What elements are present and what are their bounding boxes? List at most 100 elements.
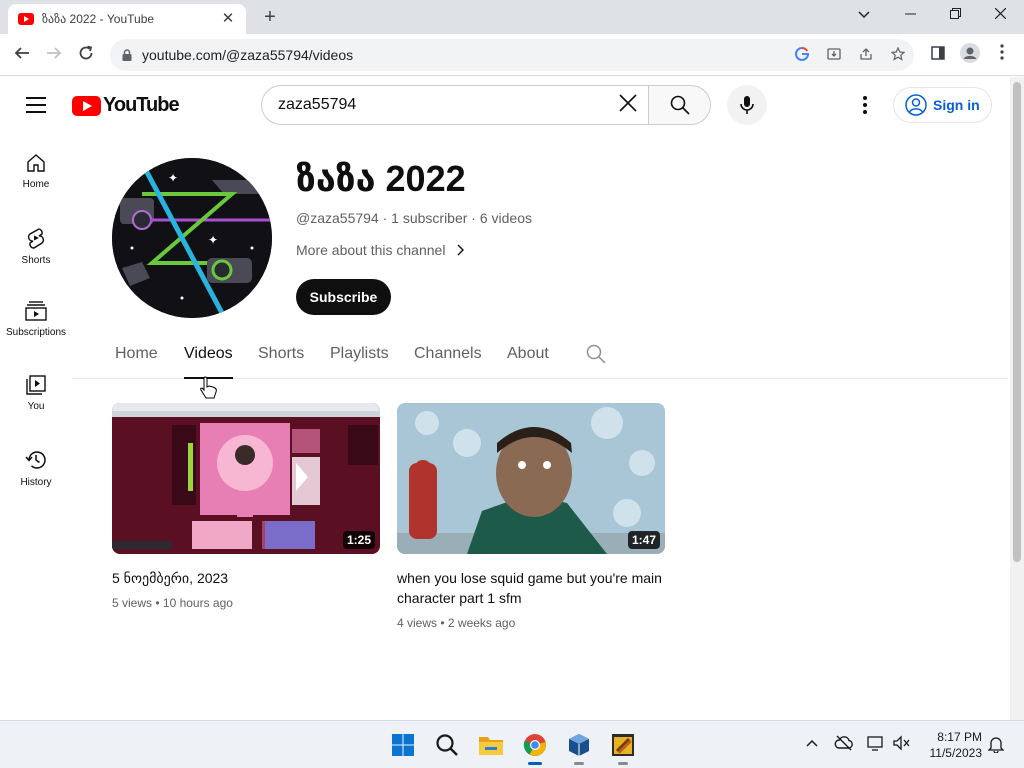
- reload-icon: [79, 45, 93, 60]
- guide-item-home[interactable]: Home: [0, 133, 72, 207]
- video-age: 10 hours ago: [162, 596, 233, 610]
- virtualbox-icon[interactable]: [565, 731, 593, 765]
- channel-name: ზაზა 2022: [296, 158, 466, 199]
- file-explorer-icon[interactable]: [477, 731, 505, 759]
- video-meta: 5 views • 10 hours ago: [112, 596, 233, 610]
- page-scrollbar[interactable]: [1010, 77, 1024, 720]
- subscribe-button[interactable]: Subscribe: [296, 279, 391, 315]
- onedrive-offline-icon[interactable]: [834, 735, 854, 755]
- video-title[interactable]: 5 ნოემბერი, 2023: [112, 568, 380, 588]
- lock-icon: [122, 49, 132, 61]
- scrollbar-thumb[interactable]: [1013, 82, 1021, 562]
- guide-label-home: Home: [22, 179, 50, 190]
- channel-tabs: Home Videos Shorts Playlists Channels Ab…: [72, 336, 1008, 379]
- forward-button[interactable]: [42, 43, 66, 67]
- notification-bell-icon[interactable]: [986, 735, 1006, 755]
- browser-tab[interactable]: ზაზა 2022 - YouTube ✕: [8, 4, 246, 34]
- guide-menu-icon[interactable]: [26, 97, 46, 113]
- tab-shorts[interactable]: Shorts: [258, 336, 304, 379]
- tab-channels[interactable]: Channels: [414, 336, 482, 379]
- tab-search-icon[interactable]: [846, 4, 882, 26]
- guide-label-subscriptions: Subscriptions: [5, 327, 67, 338]
- history-icon: [25, 451, 46, 469]
- search-input[interactable]: zaza55794: [261, 85, 648, 125]
- video-age: 2 weeks ago: [447, 616, 516, 630]
- google-lens-icon[interactable]: [786, 46, 818, 64]
- tab-playlists[interactable]: Playlists: [330, 336, 389, 379]
- channel-avatar: ✦ ✦: [112, 158, 272, 318]
- svg-text:✦: ✦: [208, 233, 218, 247]
- reload-button[interactable]: [74, 43, 98, 67]
- clear-search-icon[interactable]: [608, 93, 648, 117]
- more-about-channel-link[interactable]: More about this channel: [296, 242, 465, 258]
- sign-in-label: Sign in: [933, 97, 980, 113]
- youtube-logo-text: YouTube: [103, 94, 180, 116]
- more-about-label: More about this channel: [296, 242, 446, 258]
- bookmark-star-icon[interactable]: [882, 46, 914, 64]
- minimize-button[interactable]: [892, 4, 928, 26]
- account-circle-icon: [905, 94, 927, 116]
- install-app-icon[interactable]: [818, 47, 850, 64]
- video-thumbnail[interactable]: 1:25: [112, 403, 380, 554]
- sfm-app-icon[interactable]: [609, 731, 637, 765]
- clock-date: 11/5/2023: [929, 746, 983, 760]
- browser-menu-icon[interactable]: [990, 43, 1014, 67]
- settings-more-icon[interactable]: [855, 93, 875, 117]
- tab-home[interactable]: Home: [115, 336, 158, 379]
- windows-taskbar: 8:17 PM 11/5/2023: [0, 720, 1024, 768]
- profile-avatar-icon[interactable]: [958, 43, 982, 67]
- back-arrow-icon: [14, 47, 29, 59]
- running-app-indicator: [618, 762, 628, 765]
- side-panel-icon[interactable]: [926, 43, 950, 67]
- browser-toolbar: youtube.com/@zaza55794/videos: [0, 34, 1024, 76]
- mini-guide: Home Shorts Subscriptions You History: [0, 133, 72, 503]
- guide-label-history: History: [20, 477, 52, 488]
- channel-search-icon[interactable]: [586, 344, 608, 366]
- browser-tab-strip: ზაზა 2022 - YouTube ✕ +: [0, 0, 1024, 34]
- video-views: 5 views: [112, 596, 153, 610]
- close-window-button[interactable]: [982, 4, 1018, 26]
- system-clock[interactable]: 8:17 PM 11/5/2023: [922, 729, 983, 761]
- running-app-indicator: [574, 762, 584, 765]
- guide-item-subscriptions[interactable]: Subscriptions: [0, 281, 72, 355]
- subscriptions-icon: [25, 301, 47, 321]
- svg-text:✦: ✦: [168, 171, 178, 185]
- tab-close-icon[interactable]: ✕: [220, 11, 236, 27]
- tab-about[interactable]: About: [507, 336, 549, 379]
- sign-in-button[interactable]: Sign in: [893, 87, 992, 123]
- search-button[interactable]: [648, 85, 711, 125]
- new-tab-button[interactable]: +: [258, 5, 282, 29]
- show-hidden-icons-chevron-icon[interactable]: [802, 735, 822, 755]
- hand-pointer-cursor-icon: [200, 376, 218, 400]
- chrome-icon[interactable]: [521, 731, 549, 765]
- restore-button[interactable]: [937, 4, 973, 26]
- taskbar-search-icon[interactable]: [433, 731, 461, 759]
- network-display-icon[interactable]: [866, 735, 886, 755]
- voice-search-button[interactable]: [727, 85, 767, 125]
- youtube-play-logo-icon: [72, 95, 101, 116]
- share-icon[interactable]: [850, 47, 882, 64]
- forward-arrow-icon: [47, 47, 62, 59]
- video-card[interactable]: 1:25 5 ნოემბერი, 2023 5 views • 10 hours…: [112, 403, 380, 610]
- tab-videos[interactable]: Videos: [184, 336, 233, 379]
- youtube-logo[interactable]: YouTube: [72, 94, 180, 117]
- microphone-icon: [740, 96, 754, 114]
- video-duration: 1:47: [627, 531, 660, 549]
- video-duration: 1:25: [342, 531, 375, 549]
- address-bar[interactable]: youtube.com/@zaza55794/videos: [110, 39, 914, 71]
- video-card[interactable]: 1:47 when you lose squid game but you're…: [397, 403, 665, 630]
- guide-item-shorts[interactable]: Shorts: [0, 207, 72, 281]
- channel-meta: @zaza55794 · 1 subscriber · 6 videos: [296, 210, 532, 226]
- volume-muted-icon[interactable]: [892, 735, 912, 755]
- you-library-icon: [26, 375, 46, 395]
- shorts-icon: [27, 228, 45, 249]
- active-app-indicator: [528, 762, 542, 765]
- back-button[interactable]: [10, 43, 34, 67]
- video-title[interactable]: when you lose squid game but you're main…: [397, 568, 665, 608]
- windows-start-icon[interactable]: [389, 731, 417, 759]
- tab-title: ზაზა 2022 - YouTube: [42, 12, 155, 26]
- video-thumbnail[interactable]: 1:47: [397, 403, 665, 554]
- url-text: youtube.com/@zaza55794/videos: [142, 47, 354, 63]
- guide-item-history[interactable]: History: [0, 429, 72, 503]
- guide-item-you[interactable]: You: [0, 355, 72, 429]
